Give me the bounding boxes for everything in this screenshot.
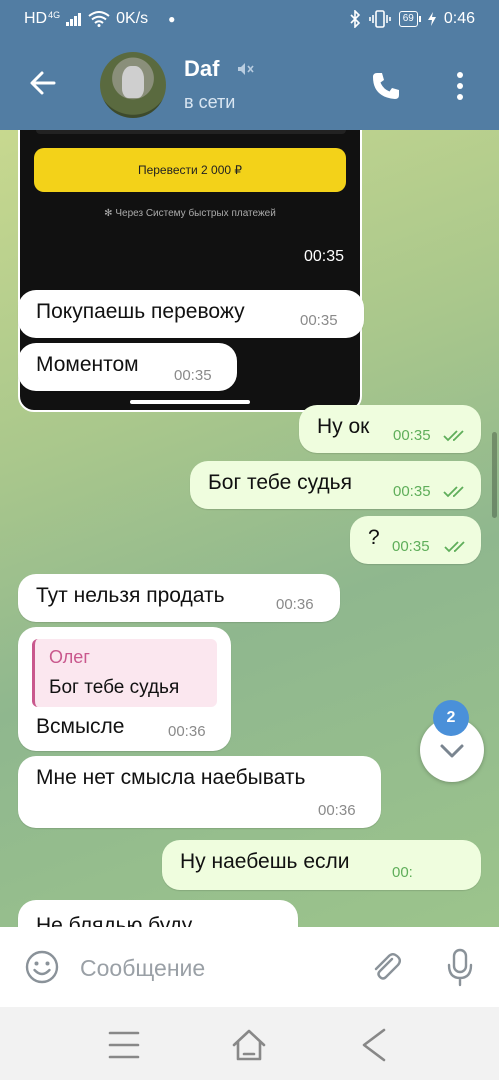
home-indicator-bar xyxy=(130,400,250,404)
message-text: Моментом xyxy=(36,353,139,376)
muted-icon xyxy=(238,63,254,75)
double-check-icon xyxy=(443,486,464,498)
message-time: 00:35 xyxy=(174,367,212,384)
net-gen-label: 4G xyxy=(48,10,61,20)
message-time: 00:35 xyxy=(303,248,344,265)
system-navigation-bar xyxy=(0,1007,499,1080)
message-bubble-incoming[interactable]: Не блядью буду xyxy=(18,900,298,927)
microphone-icon[interactable] xyxy=(444,947,476,987)
recent-apps-icon[interactable] xyxy=(104,1025,144,1065)
chat-area[interactable]: Перевести 2 000 ₽ ✻ Через Систему быстры… xyxy=(0,130,499,927)
message-time: 00:35 xyxy=(300,312,338,329)
chat-header: Daf в сети xyxy=(0,40,499,130)
charging-icon xyxy=(427,12,436,26)
sbp-caption: Через Систему быстрых платежей xyxy=(115,208,276,219)
message-bubble-incoming[interactable]: Мне нет смысла наебывать 00:36 xyxy=(18,756,381,828)
pay-button: Перевести 2 000 ₽ xyxy=(34,148,346,192)
wifi-icon xyxy=(88,11,110,27)
network-label: HD xyxy=(24,10,48,27)
message-bubble-outgoing[interactable]: Ну наебешь если 00: xyxy=(162,840,481,890)
message-time: 00: xyxy=(392,864,413,881)
status-bar: HD 4G 0K/s ● 69 0:46 xyxy=(0,0,499,40)
reply-quote[interactable]: Олег Бог тебе судья xyxy=(32,639,217,707)
scrollbar[interactable] xyxy=(492,432,497,518)
double-check-icon xyxy=(444,541,465,553)
message-text: Не блядью буду xyxy=(36,914,193,927)
message-input-bar xyxy=(0,927,499,1007)
message-time: 00:35 xyxy=(393,427,431,444)
message-bubble-incoming[interactable]: Моментом 00:35 xyxy=(18,343,237,391)
reply-author: Олег xyxy=(49,647,90,667)
message-time: 00:36 xyxy=(276,596,314,613)
emoji-icon[interactable] xyxy=(24,949,60,985)
message-bubble-incoming[interactable]: Тут нельзя продать 00:36 xyxy=(18,574,340,622)
bluetooth-icon xyxy=(350,10,360,28)
unread-count-badge: 2 xyxy=(433,700,469,736)
sbp-icon: ✻ xyxy=(104,208,116,219)
phone-call-icon[interactable] xyxy=(370,70,402,102)
sbp-caption-row: ✻ Через Систему быстрых платежей xyxy=(20,208,360,219)
attach-icon[interactable] xyxy=(368,949,404,985)
message-text: Ну ок xyxy=(317,415,370,438)
message-time: 00:35 xyxy=(392,538,430,555)
battery-indicator: 69 xyxy=(398,11,422,27)
message-bubble-incoming-reply[interactable]: Олег Бог тебе судья Всмысле 00:36 xyxy=(18,627,231,751)
message-time: 00:35 xyxy=(393,483,431,500)
double-check-icon xyxy=(443,430,464,442)
message-text: Покупаешь перевожу xyxy=(36,300,245,323)
message-bubble-outgoing[interactable]: Бог тебе судья 00:35 xyxy=(190,461,481,509)
message-bubble-outgoing[interactable]: Ну ок 00:35 xyxy=(299,405,481,453)
message-time: 00:36 xyxy=(318,802,356,819)
contact-status: в сети xyxy=(184,92,236,112)
dot-icon: ● xyxy=(168,12,176,26)
vibrate-icon xyxy=(368,10,391,28)
message-text: Бог тебе судья xyxy=(208,471,352,494)
speed-label: 0K/s xyxy=(116,10,149,27)
signal-icon xyxy=(66,13,82,26)
back-icon[interactable] xyxy=(354,1025,394,1065)
message-bubble-incoming[interactable]: Покупаешь перевожу 00:35 xyxy=(18,290,364,338)
clock: 0:46 xyxy=(443,10,475,27)
message-time: 00:36 xyxy=(168,723,206,740)
screenshot-top-bar xyxy=(36,130,346,134)
message-text: Тут нельзя продать xyxy=(36,584,225,607)
message-text: Всмысле xyxy=(36,715,125,738)
back-arrow-icon[interactable] xyxy=(28,68,58,98)
reply-text: Бог тебе судья xyxy=(49,677,180,698)
message-text: Мне нет смысла наебывать xyxy=(36,766,306,789)
message-text: ? xyxy=(368,526,380,549)
message-input[interactable] xyxy=(78,949,352,987)
message-bubble-outgoing[interactable]: ? 00:35 xyxy=(350,516,481,564)
home-icon[interactable] xyxy=(229,1025,269,1065)
contact-name[interactable]: Daf xyxy=(184,56,219,82)
avatar[interactable] xyxy=(100,52,166,118)
more-menu-icon[interactable] xyxy=(450,70,470,102)
message-text: Ну наебешь если xyxy=(180,850,350,873)
